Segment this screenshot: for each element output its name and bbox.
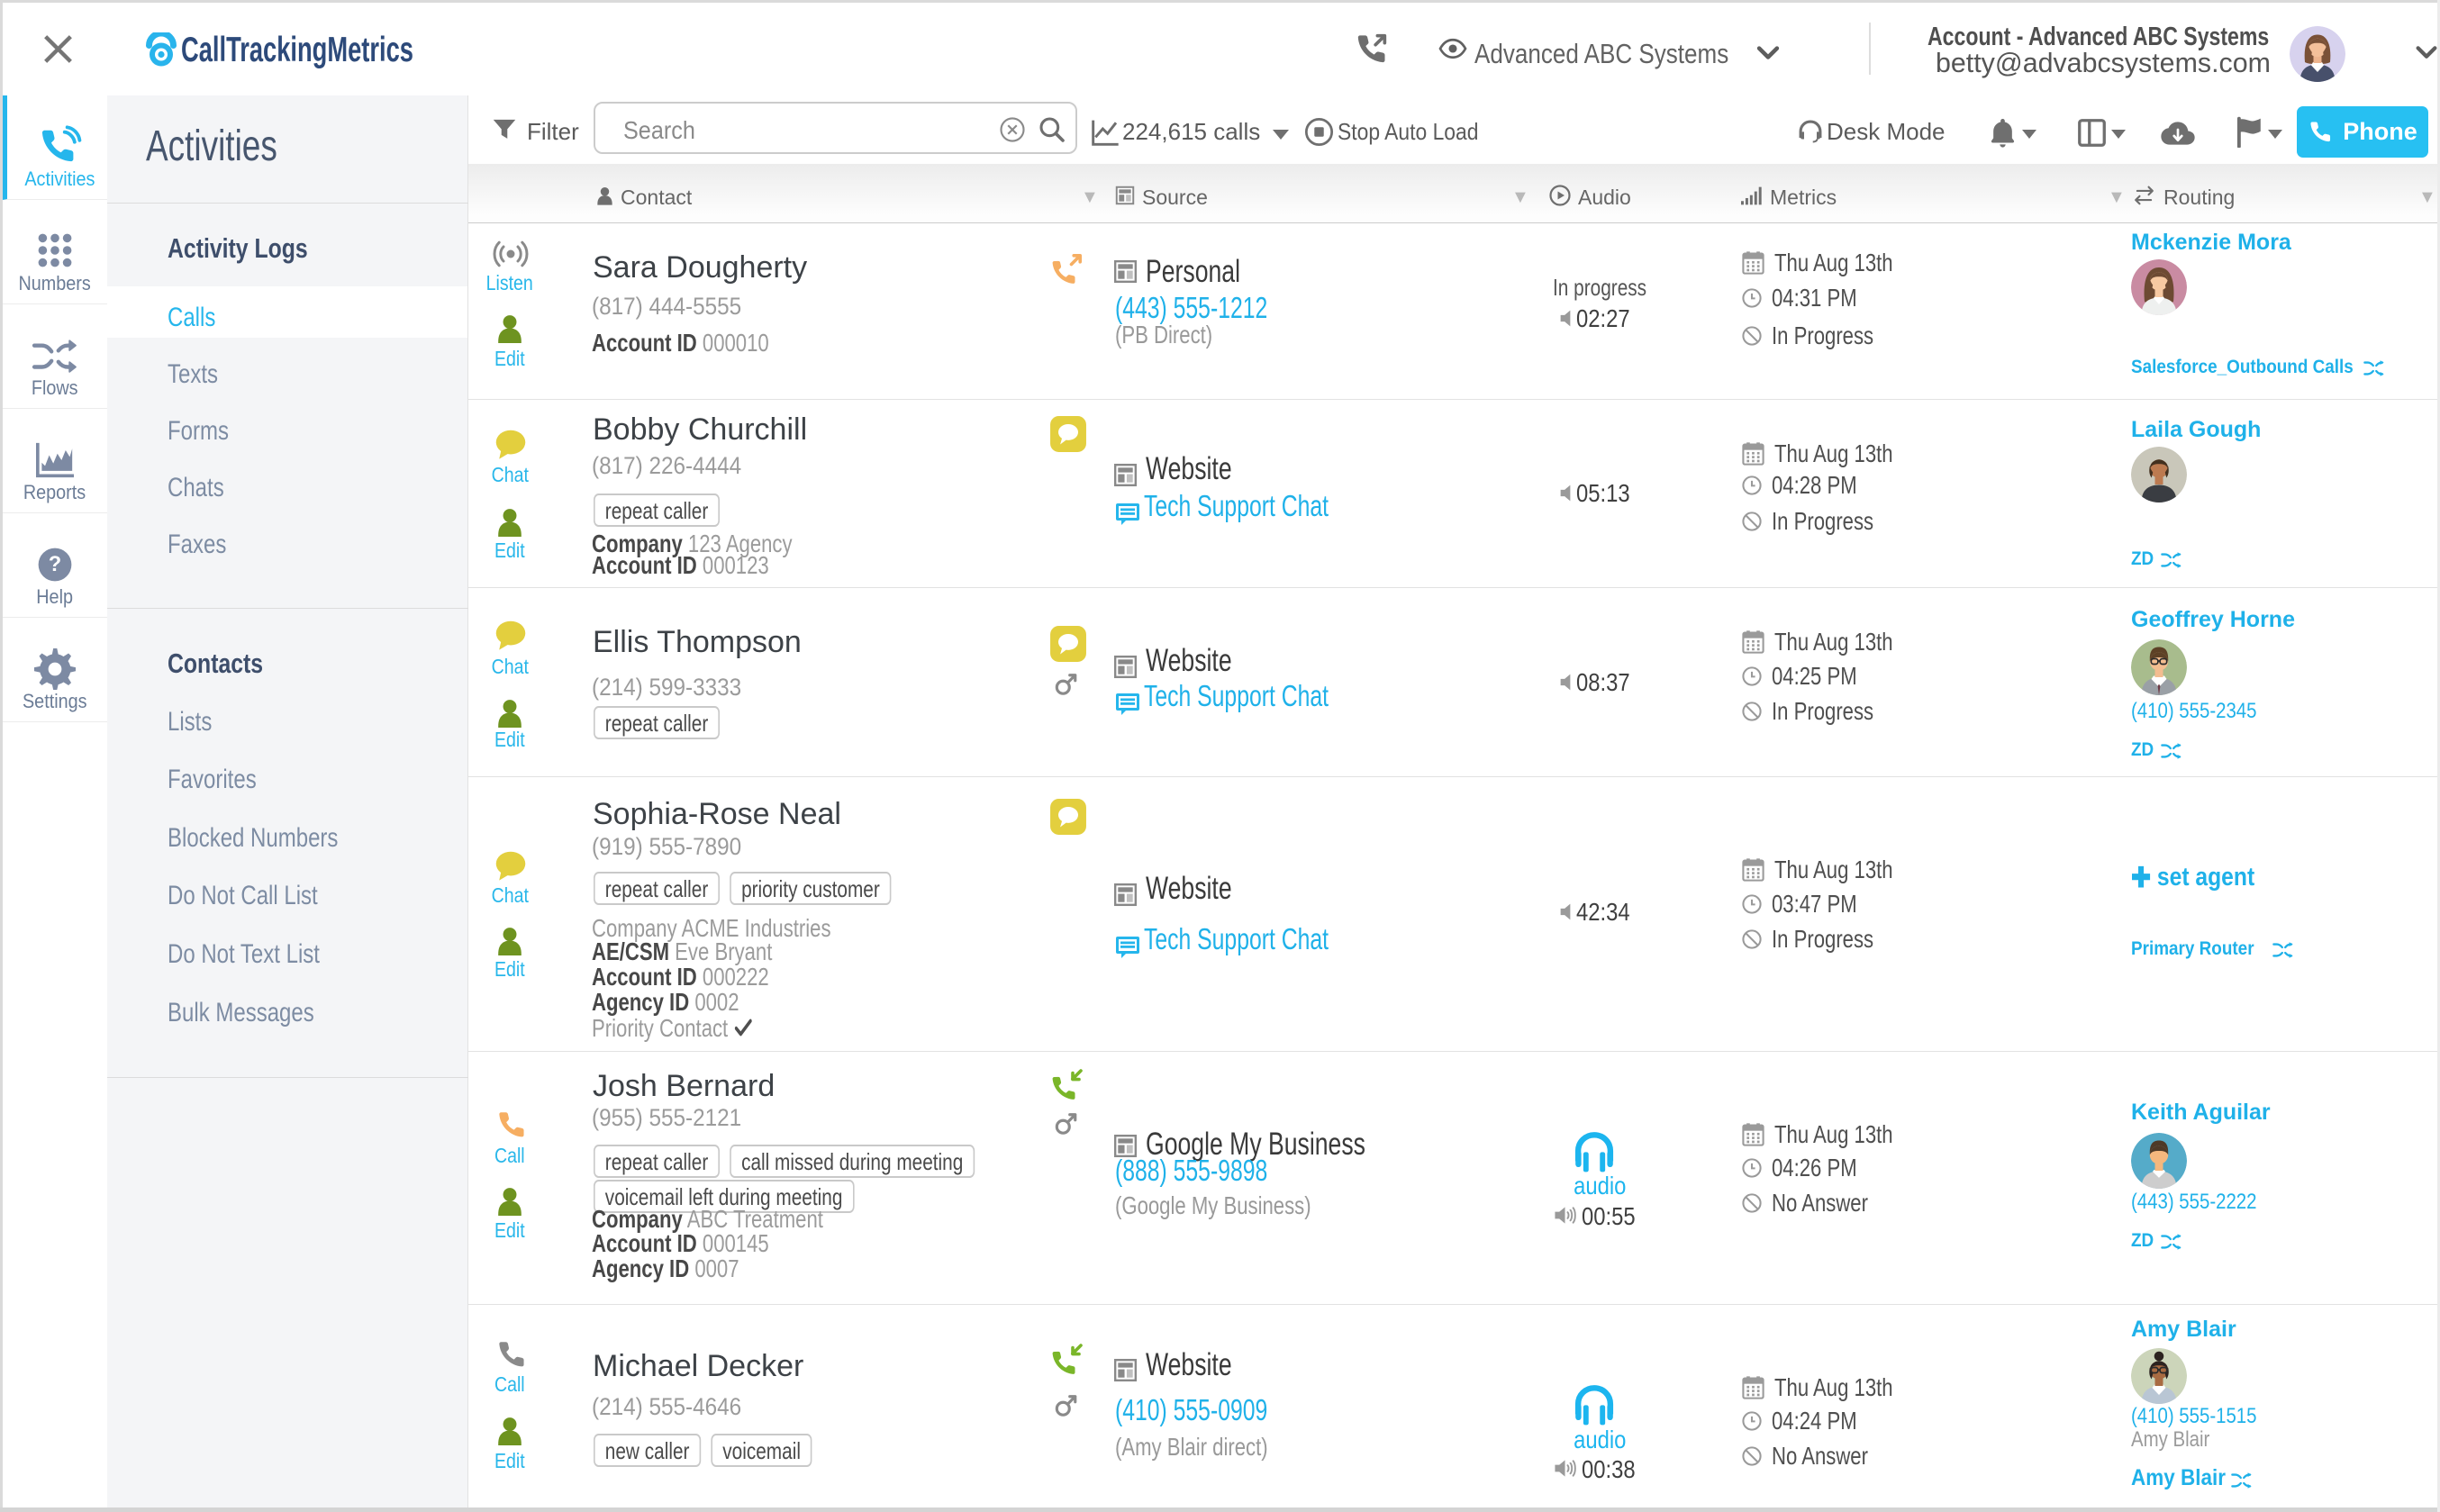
svg-text:?: ? [49,553,61,576]
